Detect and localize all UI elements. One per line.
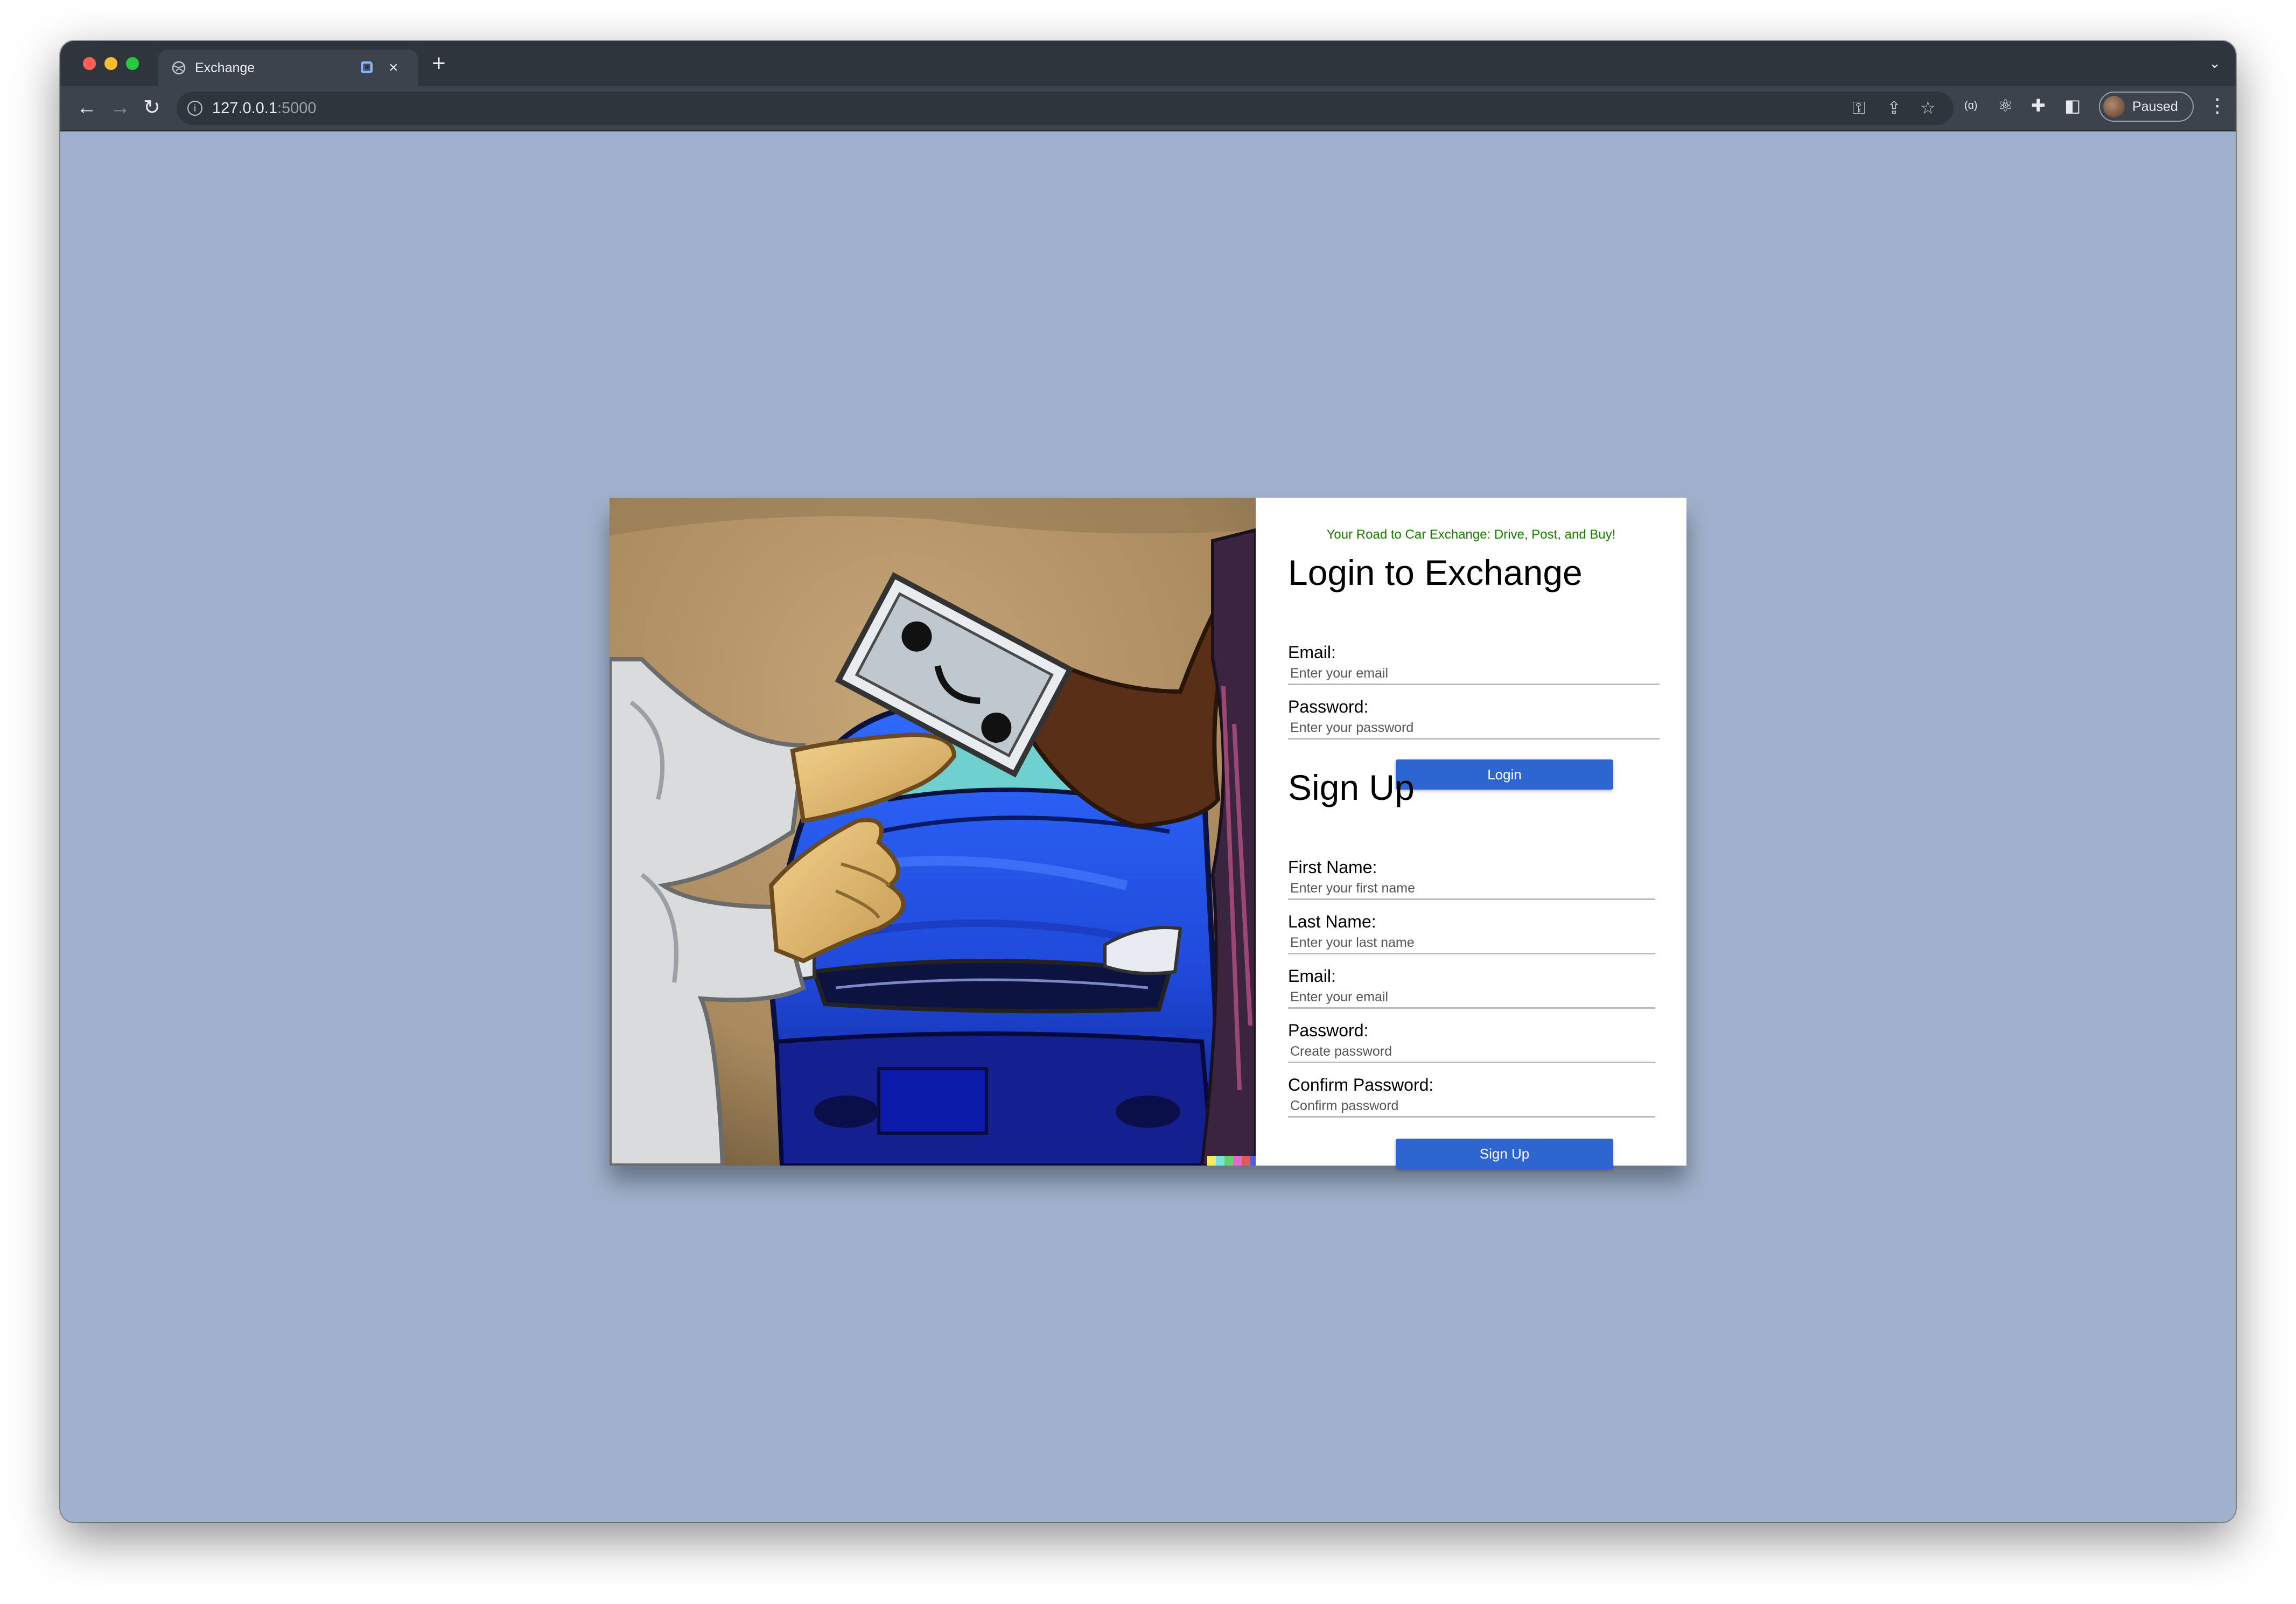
- signup-password-label: Password:: [1288, 1021, 1369, 1040]
- globe-icon: [172, 61, 186, 75]
- back-icon[interactable]: ←: [76, 96, 97, 120]
- extension-icon[interactable]: (ɑ): [1964, 95, 1977, 116]
- star-icon[interactable]: ☆: [1920, 98, 1936, 117]
- key-icon[interactable]: ⚿: [1852, 98, 1865, 117]
- close-window-button[interactable]: [83, 57, 96, 70]
- signup-last-name-input[interactable]: [1288, 933, 1655, 954]
- browser-toolbar: ← → ↻ i 127.0.0.1:5000 ⚿ ⇪ ☆ (ɑ) ⚛ ✚ ◧ P…: [60, 86, 2236, 131]
- sidepanel-icon[interactable]: ◧: [2064, 95, 2081, 116]
- signup-email-input[interactable]: [1288, 987, 1655, 1009]
- address-bar[interactable]: i 127.0.0.1:5000 ⚿ ⇪ ☆: [177, 92, 1954, 125]
- tab-group-badge-icon: ▣: [361, 61, 373, 73]
- info-icon[interactable]: i: [187, 101, 202, 116]
- menu-icon[interactable]: ⋮: [2208, 94, 2227, 117]
- signup-email-label: Email:: [1288, 966, 1336, 986]
- auth-panel: Your Road to Car Exchange: Drive, Post, …: [1256, 498, 1686, 1169]
- minimize-window-button[interactable]: [104, 57, 117, 70]
- tab-close-icon[interactable]: ×: [389, 57, 398, 79]
- new-tab-button[interactable]: +: [432, 51, 446, 76]
- share-icon[interactable]: ⇪: [1887, 98, 1901, 117]
- signup-password-input[interactable]: [1288, 1042, 1655, 1063]
- login-password-label: Password:: [1288, 697, 1369, 716]
- forward-icon[interactable]: →: [110, 96, 130, 120]
- login-email-input[interactable]: [1288, 664, 1660, 685]
- hero-image: [610, 498, 1256, 1166]
- tab-exchange[interactable]: Exchange ▣ ×: [158, 50, 418, 86]
- login-email-label: Email:: [1288, 643, 1336, 662]
- signup-first-name-label: First Name:: [1288, 857, 1377, 877]
- url-text[interactable]: 127.0.0.1:5000: [212, 100, 317, 117]
- signup-confirm-password-input[interactable]: [1288, 1096, 1655, 1118]
- signup-confirm-password-label: Confirm Password:: [1288, 1075, 1434, 1094]
- avatar: [2103, 96, 2125, 117]
- signup-title: Sign Up: [1288, 768, 1415, 807]
- signup-button[interactable]: Sign Up: [1396, 1139, 1613, 1169]
- login-title: Login to Exchange: [1288, 553, 1583, 592]
- puzzle-icon[interactable]: ✚: [2031, 95, 2046, 116]
- login-button[interactable]: Login: [1396, 759, 1613, 790]
- react-icon[interactable]: ⚛: [1998, 95, 2013, 116]
- tab-title: Exchange: [195, 60, 255, 75]
- profile-status: Paused: [2132, 99, 2178, 114]
- tagline: Your Road to Car Exchange: Drive, Post, …: [1326, 527, 1616, 542]
- maximize-window-button[interactable]: [126, 57, 139, 70]
- signup-first-name-input[interactable]: [1288, 878, 1655, 900]
- tab-strip: Exchange ▣ × + ⌄: [60, 41, 2236, 86]
- browser-window: Exchange ▣ × + ⌄ ← → ↻ i 127.0.0.1:5000 …: [60, 41, 2236, 1522]
- login-password-input[interactable]: [1288, 718, 1660, 740]
- reload-icon[interactable]: ↻: [143, 96, 160, 120]
- tab-search-chevron-icon[interactable]: ⌄: [2209, 55, 2221, 71]
- signup-last-name-label: Last Name:: [1288, 912, 1376, 931]
- auth-card: Your Road to Car Exchange: Drive, Post, …: [610, 498, 1686, 1169]
- car-exchange-painting: [610, 498, 1256, 1166]
- profile-button[interactable]: Paused: [2099, 92, 2194, 122]
